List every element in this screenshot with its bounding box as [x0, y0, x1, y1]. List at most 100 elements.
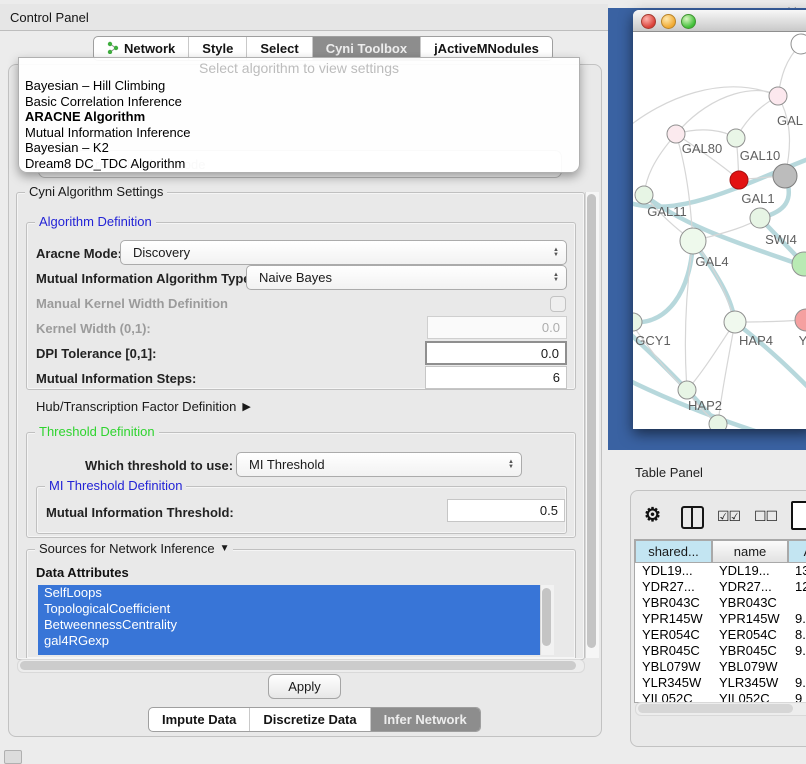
table-row[interactable]: YDL19...YDL19...13: [635, 563, 806, 579]
algorithm-option-aracne-algorithm[interactable]: ARACNE Algorithm: [19, 109, 579, 125]
mi-threshold-field[interactable]: 0.5: [447, 499, 565, 522]
network-edge[interactable]: [644, 134, 676, 195]
hub-definition-toggle[interactable]: Hub/Transcription Factor Definition ▶: [36, 399, 251, 414]
table-horizontal-scrollbar[interactable]: [635, 702, 806, 716]
network-view[interactable]: GALGAL80GAL10GAL1GAL11SWI4GAL4GCY1HAP4YH…: [633, 32, 806, 429]
bottom-tab-infer-network[interactable]: Infer Network: [371, 708, 480, 731]
table-header-row: shared...nameA: [635, 540, 806, 563]
algorithm-option-dream8-dc-tdc-algorithm[interactable]: Dream8 DC_TDC Algorithm: [19, 156, 579, 172]
network-edges-thick: [633, 158, 806, 429]
table-cell: 12: [795, 579, 806, 595]
network-node-swi4[interactable]: [750, 208, 770, 228]
dpi-tolerance-field[interactable]: 0.0: [425, 341, 567, 365]
table-row[interactable]: YIL052CYIL052C9: [635, 691, 806, 702]
data-attributes-list[interactable]: SelfLoopsTopologicalCoefficientBetweenne…: [38, 585, 540, 655]
network-node-hap2[interactable]: [678, 381, 696, 399]
network-window-titlebar[interactable]: [633, 10, 806, 32]
list-scroll-thumb[interactable]: [542, 588, 551, 646]
settings-group-title: Cyni Algorithm Settings: [25, 184, 167, 199]
table-row[interactable]: YBR043CYBR043C: [635, 595, 806, 611]
table-cell: YDR27...: [719, 579, 772, 595]
table-row[interactable]: YER054CYER054C8.: [635, 627, 806, 643]
column-header-shared[interactable]: shared...: [635, 540, 712, 563]
network-edge[interactable]: [633, 241, 693, 322]
attribute-item-selfloops[interactable]: SelfLoops: [38, 585, 540, 601]
table-cell: 9.: [795, 675, 806, 691]
unchecked-checkboxes-icon[interactable]: ☐☐: [754, 508, 777, 525]
bottom-tab-infer-network-label: Infer Network: [384, 712, 467, 727]
table-cell: 8.: [795, 627, 806, 643]
mi-type-combo[interactable]: Naive Bayes ▲▼: [246, 265, 567, 290]
mi-type-value: Naive Bayes: [259, 270, 553, 285]
network-node-gal4[interactable]: [680, 228, 706, 254]
table-cell: YBR045C: [719, 643, 777, 659]
network-node-gal10[interactable]: [727, 129, 745, 147]
table-cell: YPR145W: [719, 611, 780, 627]
sources-title: Sources for Network Inference: [39, 541, 215, 556]
bottom-tab-discretize-data[interactable]: Discretize Data: [250, 708, 370, 731]
node-label-y: Y: [799, 333, 806, 348]
table-cell: YIL052C: [719, 691, 770, 702]
hub-definition-label: Hub/Transcription Factor Definition: [36, 399, 236, 414]
manual-kernel-checkbox[interactable]: [550, 296, 566, 312]
settings-hscroll-thumb[interactable]: [20, 661, 576, 670]
algorithm-option-bayesian-k2[interactable]: Bayesian – K2: [19, 140, 579, 156]
sources-toggle[interactable]: Sources for Network Inference ▼: [35, 541, 233, 556]
network-node-y[interactable]: [795, 309, 806, 331]
table-cell: YPR145W: [642, 611, 703, 627]
attribute-item-topologicalcoefficient[interactable]: TopologicalCoefficient: [38, 601, 540, 617]
table-cell: YDL19...: [719, 563, 770, 579]
algorithm-option-bayesian-hill-climbing[interactable]: Bayesian – Hill Climbing: [19, 78, 579, 94]
table-row[interactable]: YBL079WYBL079W: [635, 659, 806, 675]
table-panel: ⚙ ☑☑ ☐☐ shared...nameA YDL19...YDL19...1…: [630, 490, 806, 747]
network-node-gal[interactable]: [769, 87, 787, 105]
tab-cyni-toolbox-label: Cyni Toolbox: [326, 41, 407, 56]
network-node[interactable]: [773, 164, 797, 188]
network-node-gcy1[interactable]: [633, 313, 642, 331]
kernel-width-field[interactable]: 0.0: [427, 316, 567, 339]
settings-horizontal-scrollbar[interactable]: [17, 659, 585, 673]
attribute-item-gal4rgexp[interactable]: gal4RGexp: [38, 633, 540, 649]
column-header-name[interactable]: name: [712, 540, 788, 563]
table-hscroll-thumb[interactable]: [638, 704, 793, 713]
network-node-gal1[interactable]: [730, 171, 748, 189]
bottom-tab-impute-data[interactable]: Impute Data: [149, 708, 250, 731]
list-vertical-scrollbar[interactable]: [540, 585, 554, 655]
checked-checkboxes-icon[interactable]: ☑☑: [717, 508, 740, 525]
bottom-tab-discretize-data-label: Discretize Data: [263, 712, 356, 727]
attribute-item-betweennesscentrality[interactable]: BetweennessCentrality: [38, 617, 540, 633]
column-header-a[interactable]: A: [788, 540, 806, 563]
network-node[interactable]: [791, 34, 806, 54]
settings-vertical-scrollbar[interactable]: [585, 192, 599, 658]
table-row[interactable]: YLR345WYLR345W9.: [635, 675, 806, 691]
dpi-tolerance-label: DPI Tolerance [0,1]:: [36, 346, 156, 361]
window-minimize-button[interactable]: [661, 14, 676, 29]
split-columns-icon[interactable]: [681, 506, 704, 529]
table-row[interactable]: YPR145WYPR145W9.: [635, 611, 806, 627]
table-row[interactable]: YDR27...YDR27...12: [635, 579, 806, 595]
settings-vscroll-thumb[interactable]: [587, 194, 596, 648]
table-cell: YLR345W: [642, 675, 701, 691]
aracne-mode-combo[interactable]: Discovery ▲▼: [120, 240, 567, 265]
algorithm-option-basic-correlation-inference[interactable]: Basic Correlation Inference: [19, 94, 579, 110]
which-threshold-label: Which threshold to use:: [85, 458, 233, 473]
network-edge[interactable]: [676, 91, 778, 134]
network-node-gal11[interactable]: [635, 186, 653, 204]
mi-threshold-value: 0.5: [540, 503, 558, 518]
mi-steps-label: Mutual Information Steps:: [36, 371, 196, 386]
aracne-mode-label: Aracne Mode:: [36, 246, 122, 261]
network-node-hap4[interactable]: [724, 311, 746, 333]
mi-steps-field[interactable]: 6: [425, 366, 567, 389]
threshold-definition-title: Threshold Definition: [35, 424, 159, 439]
which-threshold-combo[interactable]: MI Threshold ▲▼: [236, 452, 522, 477]
document-icon[interactable]: [791, 501, 806, 530]
network-edge[interactable]: [687, 322, 735, 390]
gear-icon[interactable]: ⚙: [644, 504, 661, 527]
tab-style-label: Style: [202, 41, 233, 56]
algorithm-option-mutual-information-inference[interactable]: Mutual Information Inference: [19, 125, 579, 141]
table-row[interactable]: YBR045CYBR045C9.: [635, 643, 806, 659]
window-zoom-button[interactable]: [681, 14, 696, 29]
apply-button[interactable]: Apply: [268, 674, 341, 699]
network-node[interactable]: [709, 415, 727, 429]
window-close-button[interactable]: [641, 14, 656, 29]
